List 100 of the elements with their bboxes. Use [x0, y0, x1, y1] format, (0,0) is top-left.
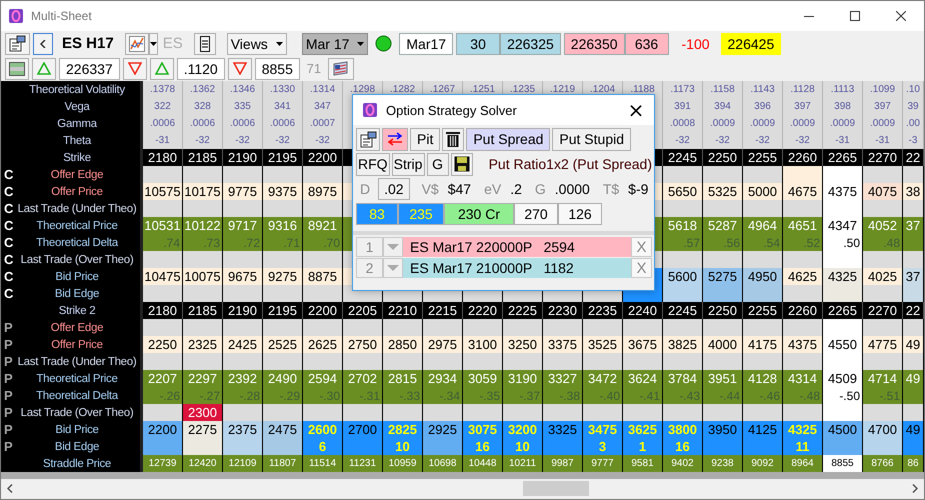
delete-button[interactable]	[442, 128, 464, 150]
action-button[interactable]: RFQ	[356, 152, 390, 176]
decrease-button[interactable]	[228, 58, 252, 80]
count-label: 71	[306, 61, 322, 76]
grid-cell: 2260	[783, 149, 823, 166]
quote-field: 226325	[500, 32, 561, 54]
chevron-left-icon	[40, 40, 46, 48]
grid-cell: 4347	[823, 217, 863, 234]
side-label: C	[3, 184, 14, 199]
expiry-dropdown[interactable]: Mar 17	[302, 32, 368, 54]
grid-cell: .1128	[783, 81, 823, 98]
grid-cell: 12739	[143, 455, 183, 472]
decrease-button[interactable]	[122, 58, 147, 80]
value-field[interactable]: 226337	[59, 58, 120, 80]
action-button[interactable]: Strip	[392, 152, 425, 176]
grid-cell: 3525	[583, 336, 623, 353]
grid-cell: 9316	[263, 217, 303, 234]
quote-field: 30	[456, 32, 500, 54]
save-icon	[454, 156, 470, 172]
grid-cell: -32	[183, 132, 223, 149]
grid-cell: 2210	[383, 302, 423, 319]
side-label: P	[3, 422, 14, 437]
grid-cell: .0009	[783, 115, 823, 132]
value-field[interactable]: .1120	[176, 58, 225, 80]
grid-cell: .0009	[863, 115, 903, 132]
scroll-right-icon[interactable]	[912, 484, 918, 493]
leg-description: ES Mar17 210000P 1182	[403, 258, 631, 278]
row-label: Bid Edge	[54, 288, 100, 300]
grid-cell: 9675	[223, 268, 263, 285]
stat-field[interactable]: .02	[378, 178, 410, 200]
grid-cell: 3784	[663, 370, 703, 387]
grid-cell: 3624	[623, 370, 663, 387]
grid-cell: 9987	[543, 455, 583, 472]
swap-button[interactable]	[382, 128, 408, 150]
grid-cell: .0009	[823, 115, 863, 132]
row-label: Last Trade (Under Theo)	[16, 356, 138, 368]
chart-icon	[128, 36, 145, 52]
grid-cell: 2190	[223, 302, 263, 319]
summary-value: 83	[356, 203, 398, 225]
grid-cell: 2850	[383, 336, 423, 353]
views-dropdown[interactable]: Views	[226, 32, 287, 54]
list-button[interactable]	[194, 32, 216, 54]
report-button[interactable]	[356, 128, 380, 150]
side-label: P	[3, 337, 14, 352]
grid-cell: 2750	[343, 336, 383, 353]
symbol-label: ES H17	[62, 35, 114, 52]
save-button[interactable]	[450, 152, 473, 176]
grid-cell: 341	[263, 98, 303, 115]
grid-cell: .0007	[303, 115, 343, 132]
grid-cell: 10575	[143, 183, 183, 200]
stat-label: V$	[422, 181, 439, 197]
report-button[interactable]	[5, 32, 30, 54]
grid-cell: 4128	[743, 370, 783, 387]
grid-cell: 86	[903, 455, 924, 472]
grid-cell: 4000	[703, 336, 743, 353]
scroll-thumb[interactable]	[523, 481, 589, 496]
side-label: C	[3, 167, 14, 182]
stat-value: $-9	[627, 180, 650, 199]
grid-cell: 391	[663, 98, 703, 115]
grid-cell: 5325	[703, 183, 743, 200]
grid-cell: -3	[903, 132, 924, 149]
strategy-button[interactable]: Pit	[410, 128, 440, 150]
grid-cell: 9777	[583, 455, 623, 472]
caret-icon	[150, 42, 157, 46]
close-button[interactable]: ×	[618, 95, 654, 125]
back-button[interactable]	[33, 32, 53, 54]
strategy-button[interactable]: Put Spread	[466, 128, 550, 150]
grid-cell: 2250	[703, 302, 743, 319]
grid-cell: 3675	[623, 336, 663, 353]
grid-cell: 10	[503, 438, 543, 455]
grid-cell: 335	[223, 98, 263, 115]
trash-icon	[446, 131, 460, 147]
scroll-left-icon[interactable]	[7, 484, 13, 493]
caret-icon	[387, 265, 399, 271]
grid-cell: 39	[903, 98, 924, 115]
grid-cell: 2425	[223, 336, 263, 353]
grid-cell: 2200	[143, 421, 183, 438]
action-button[interactable]: G	[426, 152, 449, 176]
strategy-button[interactable]: Put Stupid	[552, 128, 632, 150]
chart-button[interactable]	[124, 32, 149, 54]
caret-icon	[276, 42, 283, 46]
flag-icon	[332, 60, 350, 76]
grid-cell: 4651	[783, 217, 823, 234]
caret-icon	[357, 42, 364, 46]
row-label: Offer Edge	[50, 168, 104, 180]
stat-label: T$	[602, 181, 620, 197]
grid-cell: 9375	[263, 183, 303, 200]
grid-cell: 2185	[183, 302, 223, 319]
row-label: Offer Edge	[50, 322, 104, 334]
leg-description: ES Mar17 220000P 2594	[403, 237, 631, 257]
grid-cell: 3	[583, 438, 623, 455]
value-field[interactable]: 8855	[254, 58, 300, 80]
leg-number: 1	[356, 237, 383, 257]
flag-button[interactable]	[328, 58, 354, 80]
layout-button[interactable]	[5, 58, 29, 80]
dialog-title: Option Strategy Solver	[386, 102, 518, 118]
grid-cell: 11231	[343, 455, 383, 472]
grid-cell: 4075	[863, 183, 903, 200]
grid-cell: .1113	[823, 81, 863, 98]
grid-cell: 11	[783, 438, 823, 455]
